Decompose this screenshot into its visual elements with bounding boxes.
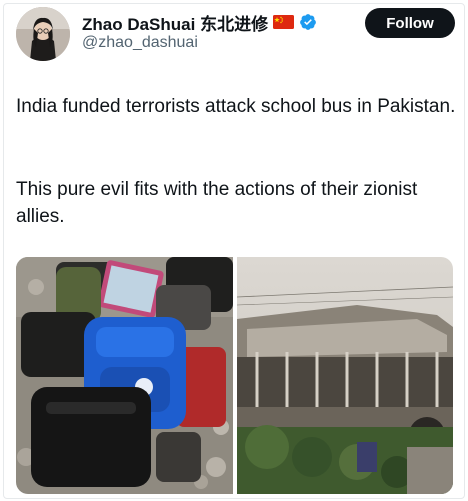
tweet-text-paragraph-2: This pure evil fits with the actions of … (16, 179, 418, 227)
author-display-name[interactable]: Zhao DaShuai 东北进修 (82, 10, 268, 35)
china-flag-icon (273, 15, 295, 29)
photo-burnt-bus[interactable] (236, 257, 454, 494)
author-handle[interactable]: @zhao_dashuai (82, 34, 198, 52)
tweet-card: Zhao DaShuai 东北进修 @zhao_dashuai Follow I… (3, 3, 465, 499)
tweet-media-grid (16, 257, 453, 494)
author-name-row[interactable]: Zhao DaShuai 东北进修 (82, 10, 317, 34)
avatar[interactable] (16, 7, 70, 61)
tweet-text-paragraph-1: India funded terrorists attack school bu… (16, 96, 456, 117)
follow-button[interactable]: Follow (365, 8, 455, 38)
avatar-image (16, 7, 70, 61)
photo-bags[interactable] (16, 257, 233, 494)
verified-badge-icon (299, 13, 317, 31)
